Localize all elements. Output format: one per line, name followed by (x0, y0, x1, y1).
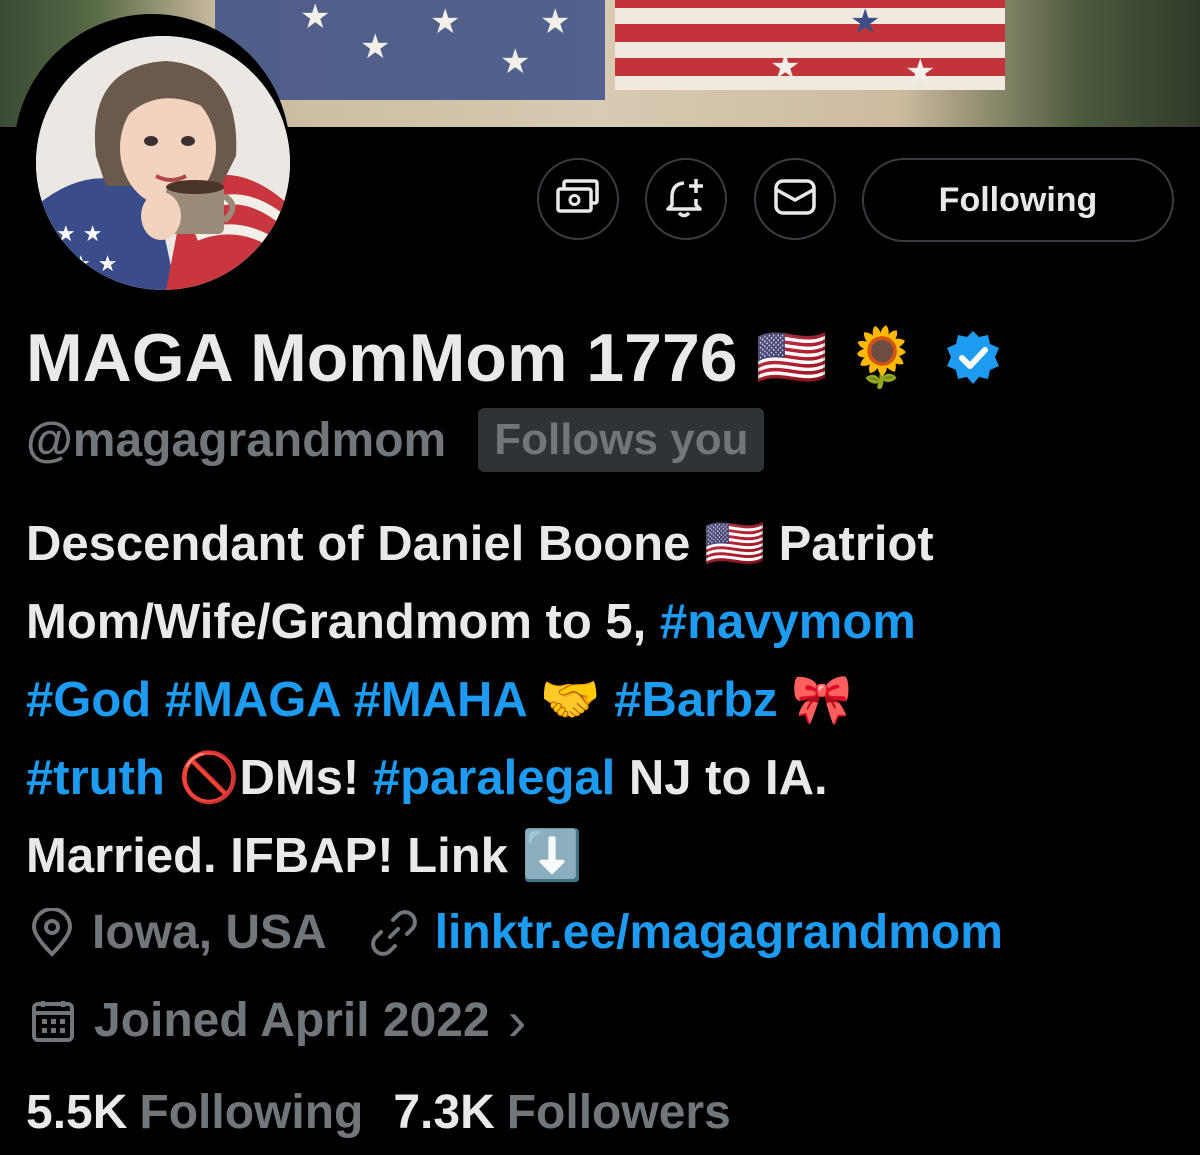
banner-star: ★ (850, 3, 881, 41)
handshake-emoji: 🤝 (539, 673, 601, 727)
banner-star: ★ (540, 3, 571, 41)
profile-meta-row: Iowa, USA linktr.ee/magagrandmom (30, 905, 1003, 960)
bio-line-5: Married. IFBAP! Link ⬇️ (26, 817, 1186, 895)
link-icon (369, 908, 419, 958)
banner-star: ★ (430, 3, 461, 41)
money-icon (556, 178, 600, 220)
hashtag-link[interactable]: #paralegal (373, 751, 615, 805)
location-pin-icon (30, 907, 74, 958)
banner-star: ★ (300, 0, 331, 36)
bio-line-3: #God #MAGA #MAHA 🤝 #Barbz 🎀 (26, 661, 1186, 739)
message-button[interactable] (754, 158, 836, 240)
follow-stats: 5.5K Following 7.3K Followers (26, 1085, 731, 1140)
banner-flag-stripes (615, 0, 1005, 90)
verified-badge-icon[interactable] (944, 329, 1002, 387)
bio: Descendant of Daniel Boone 🇺🇸 Patriot Mo… (26, 505, 1186, 895)
followers-count: 7.3K (393, 1086, 495, 1139)
bio-text: Descendant of Daniel Boone (26, 517, 704, 571)
website-link[interactable]: linktr.ee/magagrandmom (435, 905, 1003, 960)
banner-star: ★ (770, 48, 801, 86)
joined-row[interactable]: Joined April 2022 › (30, 988, 526, 1053)
bell-plus-icon (664, 175, 708, 224)
svg-text:★ ★: ★ ★ (71, 252, 117, 277)
bio-text: Patriot (764, 517, 934, 571)
profile-avatar[interactable]: ★ ★ ★ ★ (14, 14, 290, 290)
bio-text: DMs! (239, 751, 373, 805)
bio-line-4: #truth 🚫DMs! #paralegal NJ to IA. (26, 739, 1186, 817)
chevron-right-icon: › (507, 989, 527, 1052)
notify-button[interactable] (645, 158, 727, 240)
us-flag-emoji: 🇺🇸 (755, 325, 828, 390)
bio-text: Mom/Wife/Grandmom to 5, (26, 595, 660, 649)
joined-date: Joined April 2022 (94, 994, 490, 1047)
hashtag-link[interactable]: #navymom (660, 595, 916, 649)
envelope-icon (773, 178, 817, 221)
hashtag-link[interactable]: #God #MAGA #MAHA (26, 673, 540, 727)
prohibited-emoji: 🚫 (178, 751, 240, 805)
display-name: MAGA MomMom 1776 (26, 320, 738, 396)
following-button[interactable]: Following (862, 158, 1174, 242)
tip-button[interactable] (537, 158, 619, 240)
followers-label: Followers (506, 1086, 731, 1139)
location-text: Iowa, USA (92, 906, 327, 959)
sunflower-emoji: 🌻 (845, 325, 919, 390)
svg-text:★ ★: ★ ★ (56, 222, 102, 247)
us-flag-emoji: 🇺🇸 (703, 517, 765, 571)
following-label: Following (139, 1086, 364, 1139)
handle: @magagrandmom (26, 413, 447, 467)
follows-you-badge: Follows you (478, 408, 765, 472)
following-count: 5.5K (26, 1086, 128, 1139)
bio-line-2: Mom/Wife/Grandmom to 5, #navymom (26, 583, 1186, 661)
following-stat[interactable]: 5.5K Following (26, 1085, 363, 1140)
avatar-image: ★ ★ ★ ★ (36, 36, 290, 290)
hashtag-link[interactable]: #truth (26, 751, 178, 805)
followers-stat[interactable]: 7.3K Followers (393, 1085, 730, 1140)
banner-star: ★ (905, 53, 936, 91)
ribbon-emoji: 🎀 (791, 673, 853, 727)
banner-star: ★ (360, 28, 391, 66)
calendar-icon (30, 998, 76, 1044)
down-arrow-emoji: ⬇️ (521, 829, 583, 883)
bio-text: Married. IFBAP! Link (26, 829, 522, 883)
handle-row: @magagrandmom Follows you (26, 408, 765, 472)
bio-text: NJ to IA. (615, 751, 828, 805)
display-name-row: MAGA MomMom 1776 🇺🇸 🌻 (26, 318, 1002, 398)
hashtag-link[interactable]: #Barbz (614, 673, 791, 727)
banner-star: ★ (500, 43, 531, 81)
bio-line-1: Descendant of Daniel Boone 🇺🇸 Patriot (26, 505, 1186, 583)
